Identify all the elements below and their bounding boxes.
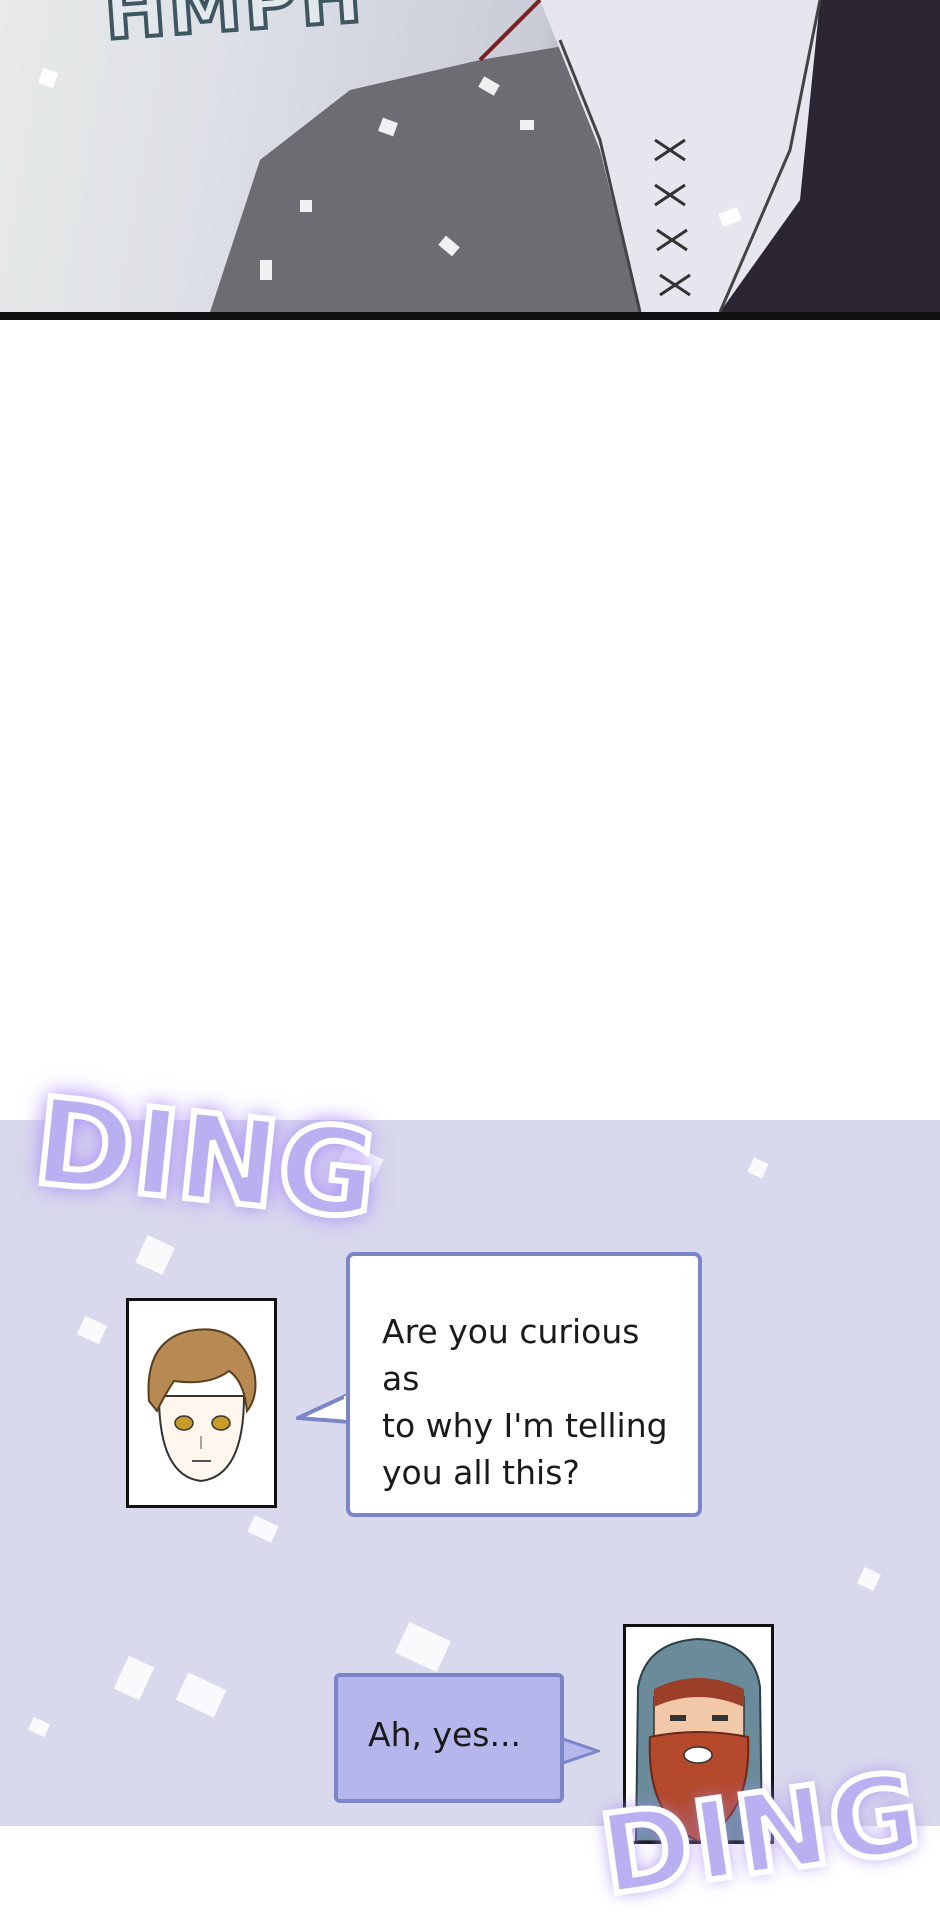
- panel-gutter: [0, 320, 940, 1120]
- speech-bubble-tail: [296, 1392, 352, 1425]
- sparkle: [175, 1672, 227, 1718]
- speech-line: Are you curious as: [382, 1312, 640, 1398]
- speech-bubble-question: Are you curious as to why I'm telling yo…: [346, 1252, 702, 1517]
- speech-bubble-reply: Ah, yes...: [334, 1673, 564, 1803]
- sparkle: [135, 1235, 175, 1275]
- sparkle: [857, 1567, 881, 1591]
- sparkle: [394, 1621, 452, 1673]
- young-man-face-icon: [147, 1328, 257, 1483]
- speech-line: to why I'm telling: [382, 1406, 668, 1445]
- panel-border: [0, 312, 940, 320]
- sparkle: [747, 1157, 769, 1179]
- reply-bubble-tail: [560, 1736, 600, 1766]
- speech-line: you all this?: [382, 1453, 580, 1492]
- sparkle: [113, 1655, 155, 1701]
- sparkle: [76, 1315, 108, 1345]
- speaker-portrait-young-man: [126, 1298, 277, 1508]
- sparkle: [247, 1515, 279, 1543]
- top-comic-panel: HMPH: [0, 0, 940, 312]
- sparkle: [27, 1716, 51, 1738]
